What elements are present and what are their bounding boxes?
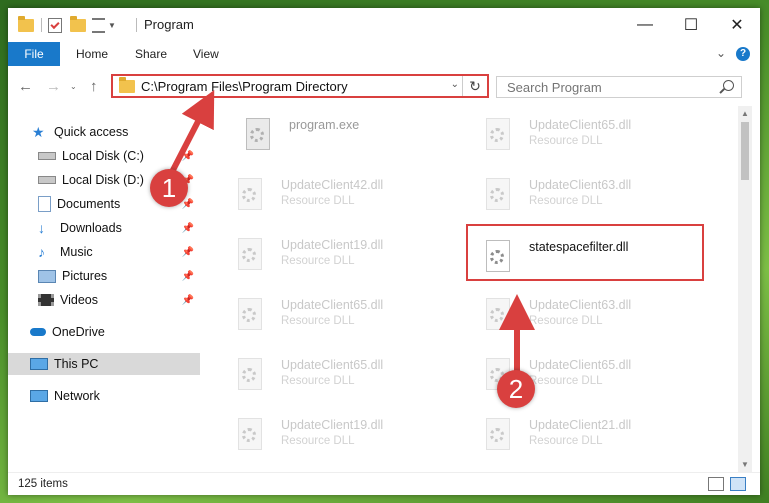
annotation-arrows (169, 89, 535, 372)
arrow-to-address-bar (169, 89, 215, 174)
step-2-badge: 2 (497, 370, 535, 408)
step-1-badge: 1 (150, 169, 188, 207)
